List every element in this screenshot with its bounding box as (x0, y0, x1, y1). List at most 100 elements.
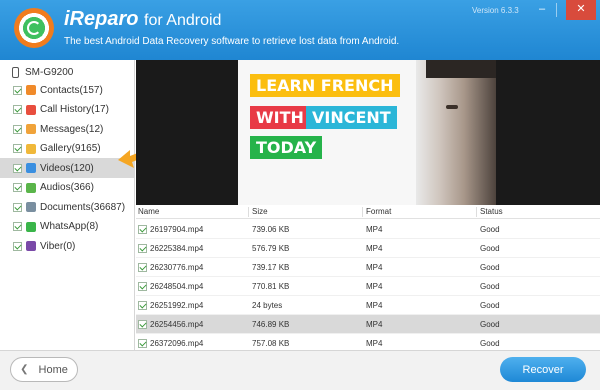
cell-name: 26254456.mp4 (150, 320, 204, 329)
cell-format: MP4 (366, 225, 383, 234)
checkbox[interactable] (13, 163, 22, 173)
sidebar-item-label: Videos(120) (40, 162, 94, 174)
table-row[interactable]: 26372096.mp4 757.08 KB MP4 Good (136, 334, 600, 350)
category-icon (26, 182, 36, 193)
cell-format: MP4 (366, 282, 383, 291)
checkbox[interactable] (13, 183, 22, 192)
table-row[interactable]: 26248504.mp4 770.81 KB MP4 Good (136, 277, 600, 296)
cell-name: 26197904.mp4 (150, 225, 204, 234)
thumb-text-line1: LEARN FRENCH (250, 74, 400, 97)
sidebar-item-label: Viber(0) (40, 240, 76, 252)
sidebar-item[interactable]: Call History(17) (0, 100, 134, 120)
version-label: Version 6.3.3 (472, 6, 519, 15)
sidebar-item[interactable]: Contacts(157) (0, 80, 134, 100)
app-subtitle: The best Android Data Recovery software … (64, 36, 400, 47)
phone-icon (12, 66, 19, 78)
category-icon (26, 163, 36, 173)
thumb-text-vincent: VINCENT (306, 106, 397, 129)
sidebar-item-label: Audios(366) (40, 182, 94, 193)
cell-name: 26251992.mp4 (150, 301, 204, 310)
cell-size: 576.79 KB (252, 244, 290, 253)
table-row[interactable]: 26251992.mp4 24 bytes MP4 Good (136, 296, 600, 315)
category-icon (26, 202, 36, 212)
cell-name: 26225384.mp4 (150, 244, 204, 253)
video-preview: LEARN FRENCH WITH VINCENT TODAY (136, 60, 600, 205)
cell-format: MP4 (366, 320, 383, 329)
person-image (416, 60, 496, 205)
cell-status: Good (480, 244, 500, 253)
row-checkbox[interactable] (138, 225, 147, 234)
sidebar-item[interactable]: WhatsApp(8) (0, 217, 134, 237)
cell-format: MP4 (366, 263, 383, 272)
sidebar-item[interactable]: Messages(12) (0, 119, 134, 139)
file-table: Name Size Format Status 26197904.mp4 739.… (136, 205, 600, 350)
checkbox[interactable] (13, 241, 22, 251)
cell-status: Good (480, 282, 500, 291)
cell-size: 739.06 KB (252, 225, 290, 234)
checkbox[interactable] (13, 85, 22, 95)
category-icon (26, 104, 36, 115)
row-checkbox[interactable] (138, 282, 147, 291)
device-item[interactable]: SM-G9200 (12, 64, 73, 80)
cell-size: 746.89 KB (252, 320, 290, 329)
thumb-text-today: TODAY (250, 136, 323, 159)
cell-name: 26248504.mp4 (150, 282, 204, 291)
minimize-icon[interactable]: – (531, 0, 553, 20)
row-checkbox[interactable] (138, 263, 147, 272)
sidebar-item-label: Contacts(157) (40, 84, 103, 96)
category-icon (26, 143, 36, 154)
sidebar-item[interactable]: Audios(366) (0, 178, 134, 198)
checkbox[interactable] (13, 222, 22, 231)
row-checkbox[interactable] (138, 320, 147, 329)
sidebar-item-label: WhatsApp(8) (40, 221, 99, 232)
sidebar-item[interactable]: Documents(36687) (0, 197, 134, 217)
chevron-left-icon: ❮ (20, 364, 29, 375)
table-row[interactable]: 26230776.mp4 739.17 KB MP4 Good (136, 258, 600, 277)
cell-status: Good (480, 301, 500, 310)
col-status[interactable]: Status (480, 207, 503, 216)
row-checkbox[interactable] (138, 339, 147, 348)
video-thumbnail: LEARN FRENCH WITH VINCENT TODAY (238, 60, 496, 205)
checkbox[interactable] (13, 124, 22, 134)
col-name[interactable]: Name (138, 207, 159, 216)
cell-name: 26230776.mp4 (150, 263, 204, 272)
row-checkbox[interactable] (138, 301, 147, 310)
table-header: Name Size Format Status (136, 205, 600, 219)
checkbox[interactable] (13, 202, 22, 212)
table-row[interactable]: 26197904.mp4 739.06 KB MP4 Good (136, 220, 600, 239)
table-row[interactable]: 26254456.mp4 746.89 KB MP4 Good (136, 315, 600, 334)
col-size[interactable]: Size (252, 207, 268, 216)
category-icon (26, 241, 36, 251)
app-header: iReparo for Android The best Android Dat… (0, 0, 600, 60)
checkbox[interactable] (13, 144, 22, 153)
checkbox[interactable] (13, 105, 22, 114)
cell-size: 739.17 KB (252, 263, 290, 272)
device-name: SM-G9200 (25, 66, 74, 78)
app-title: iReparo for Android (64, 8, 222, 30)
cell-status: Good (480, 320, 500, 329)
cell-status: Good (480, 225, 500, 234)
thumb-text-with: WITH (250, 106, 310, 129)
sidebar-item-label: Documents(36687) (40, 201, 126, 213)
cell-format: MP4 (366, 301, 383, 310)
table-row[interactable]: 26225384.mp4 576.79 KB MP4 Good (136, 239, 600, 258)
cell-status: Good (480, 339, 500, 348)
app-logo-icon (14, 8, 54, 48)
category-icon (26, 85, 36, 95)
recover-button[interactable]: Recover (500, 357, 586, 382)
footer: ❮ Home Recover (0, 350, 600, 390)
window-divider (556, 3, 557, 17)
sidebar-item[interactable]: Viber(0) (0, 236, 134, 256)
home-button[interactable]: ❮ Home (10, 357, 78, 382)
sidebar-item-label: Gallery(9165) (40, 143, 101, 154)
sidebar: SM-G9200 Contacts(157) Call History(17) Me… (0, 60, 135, 350)
row-checkbox[interactable] (138, 244, 147, 253)
category-icon (26, 221, 36, 232)
col-format[interactable]: Format (366, 207, 391, 216)
cell-size: 24 bytes (252, 301, 283, 310)
cell-format: MP4 (366, 339, 383, 348)
close-icon[interactable]: ✕ (566, 0, 596, 20)
cell-format: MP4 (366, 244, 383, 253)
cell-size: 770.81 KB (252, 282, 290, 291)
sidebar-item-label: Call History(17) (40, 104, 109, 115)
